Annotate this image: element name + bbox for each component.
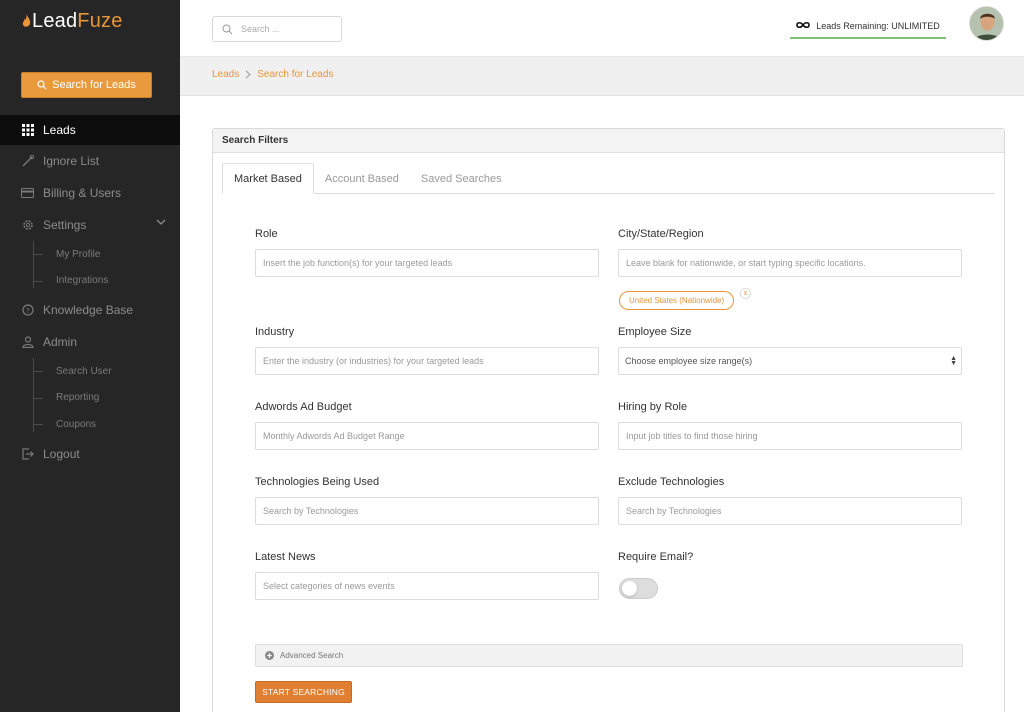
- adwords-label: Adwords Ad Budget: [255, 401, 352, 413]
- gear-icon: [21, 219, 34, 232]
- sidebar: Lead Fuze Search for Leads Leads Ignore L…: [0, 0, 180, 712]
- grid-icon: [21, 124, 34, 137]
- role-label: Role: [255, 228, 278, 240]
- sidebar-item-label: Billing & Users: [43, 186, 122, 200]
- sidebar-subitem-search-user[interactable]: Search User: [33, 358, 180, 385]
- logo[interactable]: Lead Fuze: [22, 9, 123, 33]
- svg-text:?: ?: [26, 307, 30, 315]
- news-field[interactable]: [255, 572, 599, 600]
- avatar[interactable]: [969, 6, 1004, 41]
- toggle-knob: [622, 581, 637, 596]
- news-input[interactable]: [263, 581, 598, 591]
- advanced-search-toggle[interactable]: Advanced Search: [255, 644, 963, 667]
- role-input[interactable]: [263, 258, 598, 268]
- sidebar-subitem-integrations[interactable]: Integrations: [33, 268, 180, 295]
- city-field[interactable]: [618, 249, 962, 277]
- sidebar-item-leads[interactable]: Leads: [0, 115, 180, 145]
- sidebar-subitem-my-profile[interactable]: My Profile: [33, 241, 180, 268]
- sidebar-subitem-reporting[interactable]: Reporting: [33, 385, 180, 412]
- chevron-right-icon: [245, 70, 252, 79]
- tool-icon: [21, 155, 34, 168]
- sidebar-item-label: Settings: [43, 218, 87, 232]
- start-searching-button[interactable]: START SEARCHING: [255, 681, 352, 703]
- infinity-icon: [796, 21, 811, 29]
- sidebar-subitem-coupons[interactable]: Coupons: [33, 411, 180, 438]
- panel-title: Search Filters: [213, 129, 1004, 153]
- sidebar-nav: Leads Ignore List Billing & Users Settin…: [0, 115, 180, 470]
- exclude-technologies-field[interactable]: [618, 497, 962, 525]
- sidebar-item-logout[interactable]: Logout: [0, 438, 180, 470]
- admin-subnav: Search User Reporting Coupons: [0, 358, 180, 438]
- sidebar-item-label: Knowledge Base: [43, 303, 134, 317]
- subnav-line: [33, 358, 34, 432]
- adwords-field[interactable]: [255, 422, 599, 450]
- hiring-input[interactable]: [626, 431, 961, 441]
- search-filters-panel: Search Filters Market Based Account Base…: [212, 128, 1005, 712]
- exclude-technologies-input[interactable]: [626, 506, 961, 516]
- search-icon: [37, 80, 47, 90]
- global-search-input[interactable]: [241, 24, 331, 34]
- search-for-leads-label: Search for Leads: [52, 79, 136, 91]
- logo-text-fuze: Fuze: [77, 9, 123, 32]
- filter-tabs: Market Based Account Based Saved Searche…: [222, 163, 995, 194]
- flame-icon: [22, 14, 31, 27]
- search-for-leads-button[interactable]: Search for Leads: [21, 72, 152, 98]
- city-input[interactable]: [626, 258, 961, 268]
- leads-remaining-text: Leads Remaining: UNLIMITED: [816, 21, 940, 31]
- tab-market-based[interactable]: Market Based: [222, 163, 314, 194]
- advanced-search-label: Advanced Search: [280, 651, 344, 660]
- select-arrows-icon: ▲ ▼: [950, 355, 957, 367]
- question-icon: ?: [21, 304, 34, 317]
- hiring-field[interactable]: [618, 422, 962, 450]
- search-icon: [222, 24, 233, 34]
- employee-size-select[interactable]: Choose employee size range(s) ▲ ▼: [618, 347, 962, 375]
- role-field[interactable]: [255, 249, 599, 277]
- global-search[interactable]: [212, 16, 342, 42]
- technologies-input[interactable]: [263, 506, 598, 516]
- industry-label: Industry: [255, 326, 295, 338]
- location-chip[interactable]: United States (Nationwide): [619, 291, 735, 310]
- technologies-field[interactable]: [255, 497, 599, 525]
- leads-remaining-indicator: Leads Remaining: UNLIMITED: [790, 18, 946, 39]
- settings-subnav: My Profile Integrations: [0, 241, 180, 294]
- top-bar: Leads Remaining: UNLIMITED: [180, 0, 1024, 57]
- chip-remove-icon[interactable]: x: [740, 288, 751, 299]
- require-email-toggle[interactable]: [619, 578, 658, 599]
- sidebar-item-settings[interactable]: Settings: [0, 209, 180, 241]
- breadcrumb-current: Search for Leads: [257, 69, 334, 80]
- sidebar-item-ignore-list[interactable]: Ignore List: [0, 145, 180, 177]
- logo-text-lead: Lead: [32, 9, 78, 32]
- sidebar-item-billing-users[interactable]: Billing & Users: [0, 177, 180, 209]
- sidebar-item-label: Ignore List: [43, 154, 100, 168]
- breadcrumb-bar: Leads Search for Leads: [180, 57, 1024, 96]
- industry-input[interactable]: [263, 356, 598, 366]
- hiring-label: Hiring by Role: [618, 401, 688, 413]
- exclude-technologies-label: Exclude Technologies: [618, 476, 725, 488]
- adwords-input[interactable]: [263, 431, 598, 441]
- card-icon: [21, 187, 34, 200]
- city-label: City/State/Region: [618, 228, 704, 240]
- logout-icon: [21, 447, 34, 460]
- industry-field[interactable]: [255, 347, 599, 375]
- employee-size-label: Employee Size: [618, 326, 692, 338]
- sidebar-item-label: Logout: [43, 446, 80, 461]
- user-icon: [21, 336, 34, 349]
- breadcrumb: Leads Search for Leads: [212, 69, 333, 80]
- require-email-label: Require Email?: [618, 551, 694, 563]
- tab-saved-searches[interactable]: Saved Searches: [410, 163, 513, 194]
- news-label: Latest News: [255, 551, 316, 563]
- sidebar-item-label: Admin: [43, 335, 78, 349]
- technologies-label: Technologies Being Used: [255, 476, 380, 488]
- breadcrumb-leads[interactable]: Leads: [212, 69, 239, 80]
- sidebar-item-label: Leads: [43, 123, 76, 137]
- tab-account-based[interactable]: Account Based: [314, 163, 410, 194]
- sidebar-item-knowledge-base[interactable]: ? Knowledge Base: [0, 294, 180, 326]
- sidebar-item-admin[interactable]: Admin: [0, 326, 180, 358]
- plus-circle-icon: [265, 651, 274, 660]
- chevron-down-icon: [156, 219, 166, 225]
- employee-size-value: Choose employee size range(s): [625, 356, 753, 366]
